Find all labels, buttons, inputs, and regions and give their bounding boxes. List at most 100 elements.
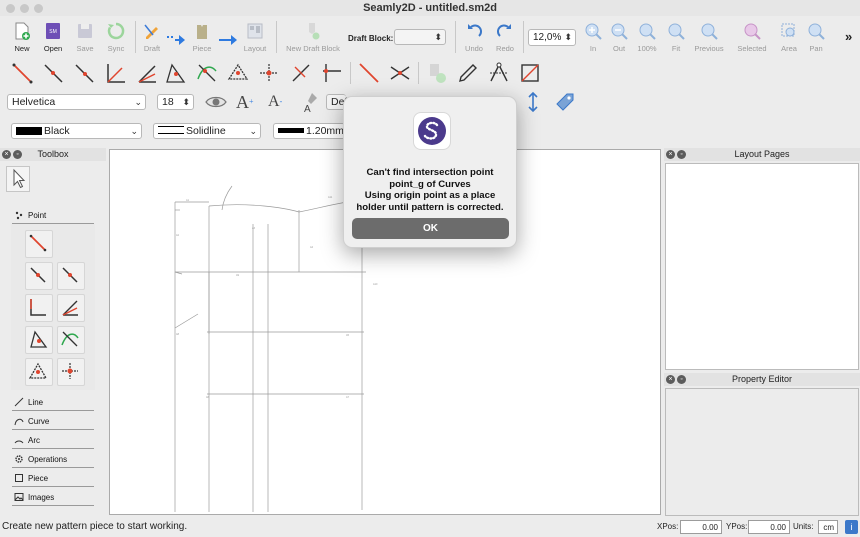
toolbox-section-operations[interactable]: Operations [12, 451, 94, 468]
zoom-previous-icon [701, 23, 718, 40]
font-family-select[interactable]: Helvetica ⌄ [7, 94, 146, 110]
line-width-select[interactable]: 1.20mm [273, 123, 345, 139]
chevron-down-icon: ⌄ [134, 97, 142, 107]
close-panel-icon[interactable]: × [666, 150, 675, 159]
minimize-window-button[interactable] [20, 4, 29, 13]
new-button[interactable]: New [5, 17, 39, 57]
bisector-tool-button[interactable] [57, 294, 85, 322]
pan-button[interactable]: Pan [799, 17, 833, 57]
draft-block-label: Draft Block: [348, 34, 394, 43]
zoom-selected-button[interactable]: Selected [735, 17, 769, 57]
sync-icon [107, 22, 125, 40]
shoulder-point-tool-icon [28, 362, 48, 379]
pen-tool-icon[interactable] [456, 61, 480, 85]
new-draft-block-button[interactable]: New Draft Block [285, 17, 341, 57]
status-message: Create new pattern piece to start workin… [2, 521, 188, 532]
shoulder-point-tool-icon[interactable] [226, 61, 250, 85]
curve-section-icon [14, 418, 24, 426]
layout-pages-list[interactable] [665, 163, 859, 370]
along-line-tool-button[interactable] [25, 262, 53, 290]
decrease-font-icon[interactable]: A- [268, 90, 292, 114]
close-window-button[interactable] [6, 4, 15, 13]
toolbox-section-line[interactable]: Line [12, 394, 94, 411]
curve-intersect-tool-button[interactable] [57, 326, 85, 354]
arc-section-icon [14, 440, 24, 444]
toolbar-overflow-button[interactable]: » [845, 29, 852, 44]
float-panel-icon[interactable]: ◦ [677, 150, 686, 159]
draw-line-tool-icon[interactable] [357, 61, 381, 85]
zoom-previous-button[interactable]: Previous [692, 17, 726, 57]
midpoint-tool-icon[interactable] [73, 61, 97, 85]
chevron-down-icon: ⌄ [249, 126, 257, 136]
arrow-pointer-icon[interactable] [6, 166, 30, 192]
updown-arrows-icon: ⬍ [564, 32, 572, 42]
zoom-window-button[interactable] [34, 4, 43, 13]
triangle-tool-button[interactable] [25, 326, 53, 354]
shoulder-point-tool-button[interactable] [25, 358, 53, 386]
intersect-lines-tool-icon[interactable] [388, 61, 412, 85]
add-piece-tool-icon[interactable] [425, 61, 449, 85]
line-type-select[interactable]: Solidline ⌄ [153, 123, 261, 139]
pattern-piece-tool-icon[interactable] [518, 61, 542, 85]
line-width-icon [278, 128, 304, 133]
toolbox-section-images[interactable]: Images [12, 489, 94, 506]
zoom-level-spinbox[interactable]: 12,0% ⬍ [528, 29, 576, 46]
point-of-contact-tool-button[interactable] [57, 358, 85, 386]
layout-mode-button[interactable]: Layout [238, 17, 272, 57]
zoom-fit-icon [668, 23, 685, 40]
piece-mode-button[interactable]: Piece [185, 17, 219, 57]
float-panel-icon[interactable]: ◦ [13, 150, 22, 159]
draft-block-select[interactable]: ⬍ [394, 29, 446, 45]
error-dialog: Can't find intersection point point_g of… [343, 96, 517, 248]
dialog-message: Can't find intersection point point_g of… [352, 167, 508, 213]
line-tool-icon[interactable] [11, 61, 35, 85]
toolbox-section-arc[interactable]: Arc [12, 432, 94, 449]
along-line-tool-icon[interactable] [42, 61, 66, 85]
toolbox-section-curve[interactable]: Curve [12, 413, 94, 430]
midpoint-tool-button[interactable] [57, 262, 85, 290]
line-intersect-axis-tool-icon[interactable] [320, 61, 344, 85]
normal-tool-button[interactable] [25, 294, 53, 322]
dialog-message-line: Can't find intersection point [366, 167, 494, 178]
open-button[interactable]: SM Open [36, 17, 70, 57]
tag-label-icon[interactable] [553, 90, 577, 114]
toolbox-section-point[interactable]: Point [12, 207, 94, 224]
increase-font-icon[interactable]: A+ [236, 90, 260, 114]
sync-button[interactable]: Sync [99, 17, 133, 57]
ok-button[interactable]: OK [352, 218, 509, 239]
point-of-contact-tool-icon[interactable] [257, 61, 281, 85]
seam-allowance-tool-icon[interactable] [487, 61, 511, 85]
bisector-tool-icon[interactable] [135, 61, 159, 85]
close-panel-icon[interactable]: × [2, 150, 11, 159]
close-panel-icon[interactable]: × [666, 375, 675, 384]
svg-text:A7: A7 [346, 396, 350, 399]
zoom-fit-button[interactable]: Fit [659, 17, 693, 57]
line-color-value: Black [44, 125, 70, 137]
draft-mode-button[interactable]: Draft [135, 17, 169, 57]
toolbox-section-piece[interactable]: Piece [12, 470, 94, 487]
line-width-value: 1.20mm [306, 125, 344, 137]
height-tool-icon[interactable] [289, 61, 313, 85]
line-color-select[interactable]: Black ⌄ [11, 123, 142, 139]
info-icon[interactable]: i [845, 520, 858, 534]
normal-tool-icon[interactable] [104, 61, 128, 85]
text-color-icon[interactable]: A [298, 90, 322, 114]
vertical-arrows-icon[interactable] [521, 90, 545, 114]
section-label: Point [28, 211, 47, 220]
layout-pages-panel: Layout Pages × ◦ [664, 148, 860, 370]
toolbar-separator [418, 62, 419, 84]
curve-intersect-tool-icon[interactable] [195, 61, 219, 85]
undo-button[interactable]: Undo [457, 17, 491, 57]
section-label: Arc [28, 436, 40, 445]
redo-button[interactable]: Redo [488, 17, 522, 57]
save-button[interactable]: Save [68, 17, 102, 57]
font-size-select[interactable]: 18 ⬍ [157, 94, 194, 110]
arrow-right-icon [166, 34, 186, 49]
property-editor-body[interactable] [665, 388, 859, 516]
float-panel-icon[interactable]: ◦ [677, 375, 686, 384]
units-select[interactable]: cm [818, 520, 838, 534]
line-tool-button[interactable] [25, 230, 53, 258]
triangle-tool-icon[interactable] [163, 61, 187, 85]
curve-intersect-tool-icon [61, 331, 79, 347]
eye-icon[interactable] [204, 90, 228, 114]
